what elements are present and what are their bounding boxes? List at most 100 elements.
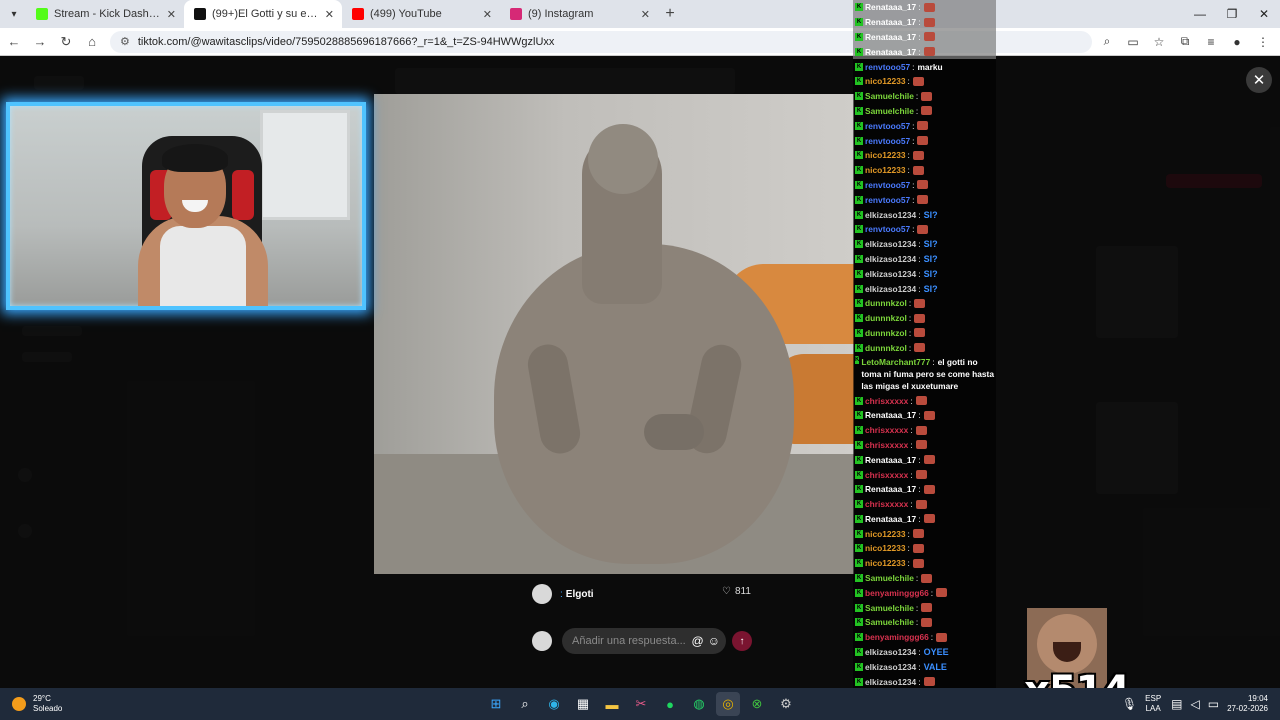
chat-username[interactable]: nico12233 [865, 558, 906, 568]
chat-username[interactable]: elkizaso1234 [865, 662, 916, 672]
chat-username[interactable]: nico12233 [865, 150, 906, 160]
volume-icon[interactable]: ◁ [1191, 697, 1200, 711]
microphone-icon[interactable]: 🎙 [1122, 697, 1137, 711]
close-tab-icon[interactable]: ✕ [483, 8, 492, 21]
site-info-icon[interactable]: ⚙ [120, 35, 130, 48]
mention-icon[interactable]: @ [692, 634, 704, 648]
chat-username[interactable]: Samuelchile [865, 603, 914, 613]
tab-search-icon[interactable]: ▾ [2, 2, 26, 26]
close-tab-icon[interactable]: ✕ [167, 8, 176, 21]
chat-username[interactable]: renvtooo57 [865, 195, 910, 205]
chat-username[interactable]: nico12233 [865, 529, 906, 539]
chat-username[interactable]: Samuelchile [865, 573, 914, 583]
chat-username[interactable]: Samuelchile [865, 91, 914, 101]
forward-icon[interactable]: → [28, 30, 52, 54]
xbox-icon[interactable]: ⊗ [745, 692, 769, 716]
chat-username[interactable]: chrisxxxxx [865, 499, 908, 509]
like-count[interactable]: ♡ 811 [722, 586, 751, 597]
extensions-icon[interactable]: ⧉ [1174, 31, 1196, 53]
media-icon[interactable]: ≡ [1200, 31, 1222, 53]
profile-avatar[interactable]: ● [1226, 31, 1248, 53]
battery-icon[interactable]: ▭ [1208, 697, 1219, 711]
tab-youtube[interactable]: (499) YouTube ✕ [342, 0, 500, 28]
video-player[interactable] [374, 94, 854, 574]
close-tab-icon[interactable]: ✕ [325, 8, 334, 21]
chat-username[interactable]: dunnnkzol [865, 343, 907, 353]
chat-username[interactable]: nico12233 [865, 543, 906, 553]
chat-username[interactable]: benyaminggg66 [865, 588, 929, 598]
chat-username[interactable]: Samuelchile [865, 106, 914, 116]
chat-username[interactable]: elkizaso1234 [865, 210, 916, 220]
chat-username[interactable]: elkizaso1234 [865, 284, 916, 294]
comment-author[interactable]: : Elgoti [532, 584, 594, 604]
chat-username[interactable]: Renataaa_17 [865, 47, 916, 57]
tab-tiktok[interactable]: (99+)El Gotti y su experiencia c ✕ [184, 0, 342, 28]
chat-username[interactable]: Renataaa_17 [865, 514, 916, 524]
chat-username[interactable]: renvtooo57 [865, 62, 910, 72]
chat-separator: : [910, 439, 913, 450]
chat-username[interactable]: renvtooo57 [865, 224, 910, 234]
menu-icon[interactable]: ⋮ [1252, 31, 1274, 53]
network-icon[interactable]: ▤ [1171, 697, 1182, 711]
chat-username[interactable]: chrisxxxxx [865, 470, 908, 480]
back-icon[interactable]: ← [2, 30, 26, 54]
snipping-tool-icon[interactable]: ✂ [629, 692, 653, 716]
reload-icon[interactable]: ↻ [54, 30, 78, 54]
home-icon[interactable]: ⌂ [80, 30, 104, 54]
chat-username[interactable]: elkizaso1234 [865, 677, 916, 687]
chat-username[interactable]: nico12233 [865, 165, 906, 175]
settings-icon[interactable]: ⚙ [774, 692, 798, 716]
zoom-icon[interactable]: ⌕ [1096, 31, 1118, 53]
chat-username[interactable]: dunnnkzol [865, 298, 907, 308]
new-tab-button[interactable]: + [658, 5, 682, 23]
chat-username[interactable]: chrisxxxxx [865, 440, 908, 450]
search-icon[interactable]: ⌕ [513, 692, 537, 716]
store-icon[interactable]: ▦ [571, 692, 595, 716]
chat-username[interactable]: nico12233 [865, 76, 906, 86]
cast-icon[interactable]: ▭ [1122, 31, 1144, 53]
chat-username[interactable]: elkizaso1234 [865, 269, 916, 279]
close-modal-button[interactable]: ✕ [1246, 67, 1272, 93]
kick-badge-icon: K [855, 3, 863, 12]
chat-username[interactable]: Renataaa_17 [865, 17, 916, 27]
chat-username[interactable]: dunnnkzol [865, 313, 907, 323]
chat-username[interactable]: Renataaa_17 [865, 410, 916, 420]
heart-icon[interactable]: ♡ [722, 586, 731, 597]
chat-username[interactable]: Renataaa_17 [865, 455, 916, 465]
bookmark-star-icon[interactable]: ☆ [1148, 31, 1170, 53]
emoji-icon[interactable]: ☺ [708, 634, 720, 648]
chat-username[interactable]: renvtooo57 [865, 180, 910, 190]
close-window-icon[interactable]: ✕ [1248, 0, 1280, 28]
minimize-icon[interactable]: — [1184, 0, 1216, 28]
clock[interactable]: 19:04 27-02-2026 [1227, 694, 1268, 714]
chat-username[interactable]: chrisxxxxx [865, 396, 908, 406]
close-tab-icon[interactable]: ✕ [641, 8, 650, 21]
send-button[interactable]: ↑ [732, 631, 752, 651]
chat-username[interactable]: Renataaa_17 [865, 32, 916, 42]
reply-input[interactable]: Añadir una respuesta... @ ☺ [562, 628, 726, 654]
chat-username[interactable]: renvtooo57 [865, 136, 910, 146]
restore-icon[interactable]: ❐ [1216, 0, 1248, 28]
chat-username[interactable]: benyaminggg66 [865, 632, 929, 642]
chat-username[interactable]: Renataaa_17 [865, 2, 916, 12]
chat-username[interactable]: elkizaso1234 [865, 239, 916, 249]
chat-username[interactable]: chrisxxxxx [865, 425, 908, 435]
windows-start-icon[interactable]: ⊞ [484, 692, 508, 716]
edge-icon[interactable]: ◉ [542, 692, 566, 716]
chat-username[interactable]: dunnnkzol [865, 328, 907, 338]
chat-username[interactable]: Samuelchile [865, 617, 914, 627]
chat-username[interactable]: renvtooo57 [865, 121, 910, 131]
file-explorer-icon[interactable]: ▬ [600, 692, 624, 716]
spotify-icon[interactable]: ● [658, 692, 682, 716]
tab-instagram[interactable]: (9) Instagram ✕ [500, 0, 658, 28]
whatsapp-icon[interactable]: ◍ [687, 692, 711, 716]
language-indicator[interactable]: ESP LAA [1145, 694, 1161, 714]
weather-widget[interactable]: 29°C Soleado [12, 694, 62, 714]
chat-username[interactable]: elkizaso1234 [865, 254, 916, 264]
tab-kick-dashboard[interactable]: Stream - Kick Dashboard ✕ [26, 0, 184, 28]
chat-username[interactable]: elkizaso1234 [865, 647, 916, 657]
chrome-icon[interactable]: ◎ [716, 692, 740, 716]
chat-username[interactable]: LetoMarchant777 [861, 357, 930, 367]
avatar[interactable] [532, 584, 552, 604]
chat-username[interactable]: Renataaa_17 [865, 484, 916, 494]
